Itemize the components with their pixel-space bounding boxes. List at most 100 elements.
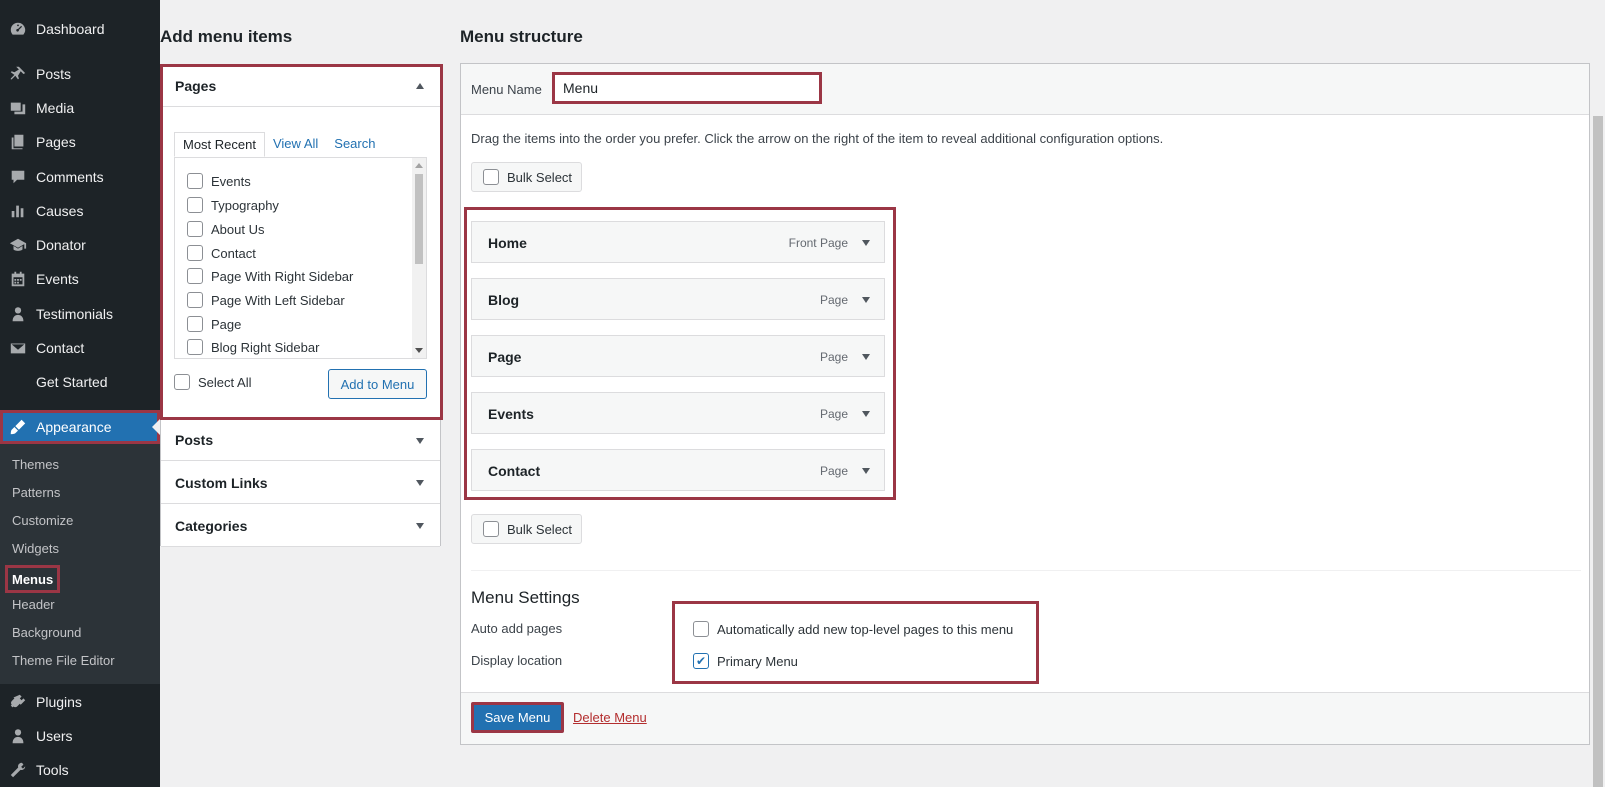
tab-most-recent[interactable]: Most Recent <box>174 132 265 157</box>
submenu-item-header[interactable]: Header <box>12 593 55 615</box>
chevron-down-icon[interactable] <box>862 468 870 474</box>
checklist-scrollbar[interactable] <box>412 158 426 358</box>
person-icon <box>8 304 28 324</box>
scroll-up-arrow-icon[interactable] <box>415 163 423 168</box>
submenu-item-theme-file-editor[interactable]: Theme File Editor <box>12 649 115 671</box>
page-scrollbar[interactable] <box>1591 0 1605 787</box>
list-item[interactable]: Page With Right Sidebar <box>187 266 353 286</box>
list-item-label: About Us <box>211 221 265 237</box>
menu-settings-title: Menu Settings <box>471 588 580 607</box>
user-icon <box>8 726 28 746</box>
list-item[interactable]: Blog Right Sidebar <box>187 337 319 357</box>
tab-view-all[interactable]: View All <box>265 132 326 157</box>
list-item[interactable]: Page With Left Sidebar <box>187 290 345 310</box>
graduation-cap-icon <box>8 235 28 255</box>
add-to-menu-button[interactable]: Add to Menu <box>328 369 427 399</box>
sidebar-item-dashboard[interactable]: Dashboard <box>0 12 160 46</box>
sidebar-item-comments[interactable]: Comments <box>0 160 160 194</box>
appearance-submenu: Themes Patterns Customize Widgets Menus … <box>0 444 160 684</box>
sidebar-item-users[interactable]: Users <box>0 719 160 753</box>
checkbox[interactable] <box>693 621 709 637</box>
tab-search[interactable]: Search <box>326 132 383 157</box>
sidebar-item-contact[interactable]: Contact <box>0 331 160 365</box>
auto-add-checkbox-row[interactable]: Automatically add new top-level pages to… <box>693 619 1013 639</box>
save-menu-button[interactable]: Save Menu <box>471 702 564 733</box>
delete-menu-link[interactable]: Delete Menu <box>573 710 647 725</box>
menu-item-type: Page <box>819 407 848 421</box>
chevron-down-icon[interactable] <box>862 297 870 303</box>
accordion-title: Custom Links <box>175 474 268 491</box>
menu-name-input[interactable]: Menu <box>552 72 822 104</box>
envelope-icon <box>8 338 28 358</box>
sidebar-item-causes[interactable]: Causes <box>0 194 160 228</box>
scroll-down-arrow-icon[interactable] <box>415 348 423 353</box>
submenu-item-background[interactable]: Background <box>12 621 81 643</box>
checkbox[interactable] <box>187 221 203 237</box>
page-scroll-thumb[interactable] <box>1593 116 1603 787</box>
menu-item-row[interactable]: Home Front Page <box>471 221 885 263</box>
sidebar-item-posts[interactable]: Posts <box>0 57 160 91</box>
chevron-down-icon <box>416 480 424 486</box>
scroll-thumb[interactable] <box>415 174 423 264</box>
checkbox[interactable] <box>174 374 190 390</box>
sidebar-item-donator[interactable]: Donator <box>0 228 160 262</box>
sidebar-item-media[interactable]: Media <box>0 91 160 125</box>
list-item[interactable]: Typography <box>187 195 279 215</box>
submenu-item-themes[interactable]: Themes <box>12 453 59 475</box>
list-item-label: Page <box>211 316 242 332</box>
checkbox[interactable] <box>187 173 203 189</box>
checkbox[interactable] <box>187 316 203 332</box>
accordion-custom-links-header[interactable]: Custom Links <box>161 462 440 504</box>
sidebar-item-pages[interactable]: Pages <box>0 125 160 159</box>
chevron-down-icon <box>416 523 424 529</box>
sidebar-item-testimonials[interactable]: Testimonials <box>0 297 160 331</box>
submenu-item-menus[interactable]: Menus <box>5 565 61 593</box>
checkbox[interactable] <box>187 292 203 308</box>
plugin-icon <box>8 692 28 712</box>
sidebar-item-appearance[interactable]: Appearance <box>0 410 160 444</box>
wrench-icon <box>8 760 28 780</box>
checkbox[interactable] <box>187 197 203 213</box>
bulk-select-button-bottom[interactable]: Bulk Select <box>471 514 582 544</box>
sidebar-item-events[interactable]: Events <box>0 262 160 296</box>
menu-item-row[interactable]: Contact Page <box>471 449 885 491</box>
sidebar-item-plugins[interactable]: Plugins <box>0 685 160 719</box>
chevron-down-icon[interactable] <box>862 354 870 360</box>
checkbox-checked[interactable] <box>693 653 709 669</box>
submenu-item-widgets[interactable]: Widgets <box>12 537 59 559</box>
list-item[interactable]: Events <box>187 171 251 191</box>
pages-checklist[interactable]: Events Typography About Us Contact Page … <box>174 157 427 359</box>
submenu-item-patterns[interactable]: Patterns <box>12 481 60 503</box>
calendar-icon <box>8 269 28 289</box>
checkbox[interactable] <box>187 339 203 355</box>
menu-item-row[interactable]: Page Page <box>471 335 885 377</box>
accordion-title: Posts <box>175 432 214 448</box>
list-item[interactable]: About Us <box>187 219 264 239</box>
accordion-categories-header[interactable]: Categories <box>161 505 440 547</box>
display-location-label: Display location <box>471 653 563 668</box>
menu-item-title: Blog <box>488 292 520 308</box>
primary-menu-checkbox-row[interactable]: Primary Menu <box>693 651 798 671</box>
accordion-posts-header[interactable]: Posts <box>161 419 440 461</box>
select-all-checkbox[interactable]: Select All <box>174 374 251 390</box>
paintbrush-icon <box>8 417 28 437</box>
list-item[interactable]: Contact <box>187 243 256 263</box>
chevron-down-icon[interactable] <box>862 411 870 417</box>
auto-add-option-label: Automatically add new top-level pages to… <box>717 621 1014 637</box>
sidebar-item-tools[interactable]: Tools <box>0 753 160 787</box>
blank-icon <box>8 372 28 392</box>
sidebar-item-get-started[interactable]: Get Started <box>0 365 160 399</box>
list-item[interactable]: Page <box>187 314 241 334</box>
bulk-select-label: Bulk Select <box>507 521 573 537</box>
chevron-down-icon <box>416 438 424 444</box>
submenu-item-customize[interactable]: Customize <box>12 509 73 531</box>
sidebar-item-label: Comments <box>36 169 104 185</box>
chevron-down-icon[interactable] <box>862 240 870 246</box>
sidebar-item-label: Users <box>36 728 73 744</box>
checkbox[interactable] <box>187 245 203 261</box>
menu-item-row[interactable]: Events Page <box>471 392 885 434</box>
bulk-select-button-top[interactable]: Bulk Select <box>471 162 582 192</box>
sidebar-item-label: Plugins <box>36 694 82 710</box>
menu-item-row[interactable]: Blog Page <box>471 278 885 320</box>
checkbox[interactable] <box>187 268 203 284</box>
